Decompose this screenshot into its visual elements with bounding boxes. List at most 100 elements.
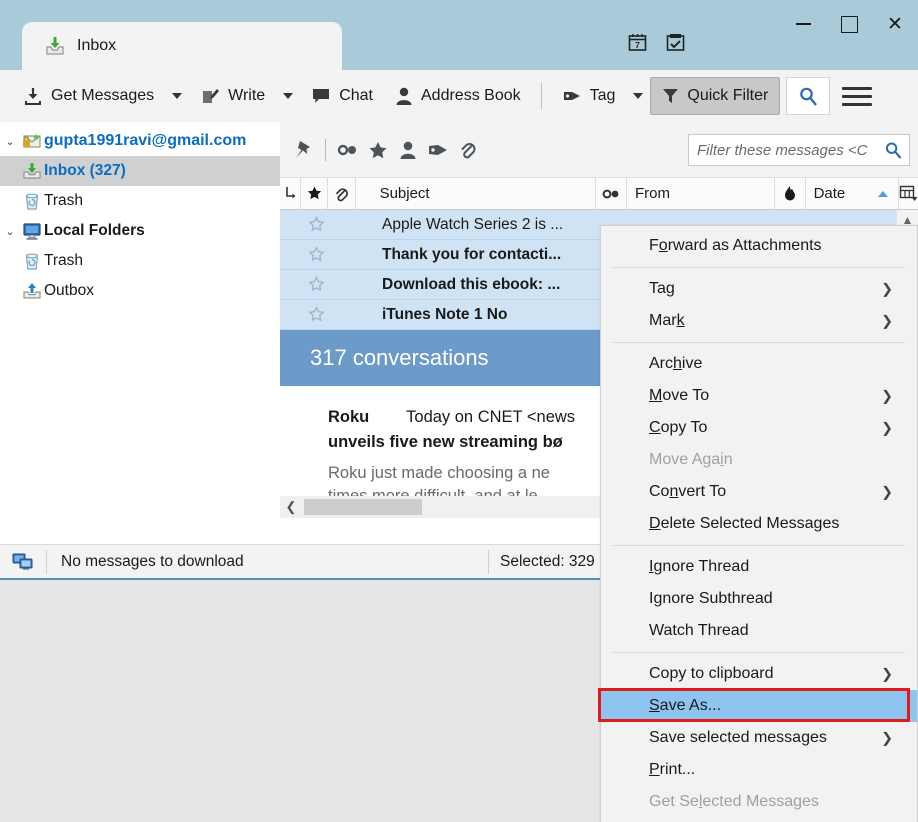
minimize-button[interactable] [780, 0, 826, 48]
preview-sender: Roku [328, 408, 370, 426]
row-star-toggle[interactable] [302, 276, 330, 293]
search-icon[interactable] [884, 141, 903, 160]
menu-item-print[interactable]: Print... [601, 754, 917, 786]
column-date-label: Date [813, 185, 846, 202]
menu-item-move-to[interactable]: Move To ❯ [601, 380, 917, 412]
message-context-menu: Forward as Attachments Tag ❯ Mark ❯ Arch… [600, 225, 918, 822]
maximize-button[interactable] [826, 0, 872, 48]
column-picker-button[interactable] [899, 178, 918, 209]
folder-item-account[interactable]: ⌄ gupta1991ravi@gmail.com [0, 126, 280, 156]
menu-item-save-as[interactable]: Save As... [601, 690, 917, 722]
search-icon [798, 86, 819, 107]
folder-item-local-folders[interactable]: ⌄ Local Folders [0, 216, 280, 246]
quick-filter-placeholder: Filter these messages <C [697, 141, 868, 159]
menu-item-label: Convert To [649, 483, 727, 500]
sort-ascending-icon [878, 190, 888, 197]
column-attachment[interactable] [328, 178, 356, 209]
address-book-label: Address Book [421, 87, 521, 104]
twisty-icon[interactable]: ⌄ [0, 225, 20, 238]
menu-item-label: Ignore Subthread [649, 590, 773, 607]
compose-icon [200, 86, 220, 106]
column-subject[interactable]: Subject [356, 178, 597, 209]
write-dropdown[interactable] [276, 77, 300, 115]
folder-item-inbox[interactable]: Inbox (327) [0, 156, 280, 186]
unread-icon[interactable] [333, 135, 363, 165]
folder-item-outbox[interactable]: Outbox [0, 276, 280, 306]
attachment-icon[interactable] [453, 135, 483, 165]
tag-label: Tag [589, 87, 616, 104]
row-star-toggle[interactable] [302, 216, 330, 233]
tab-inbox[interactable]: Inbox [22, 22, 342, 70]
search-button[interactable] [786, 77, 831, 115]
account-mail-icon [20, 131, 44, 151]
menu-item-label: Copy To [649, 419, 708, 436]
network-status-icon [0, 552, 46, 572]
window-controls: ✕ [780, 0, 918, 48]
star-icon [306, 185, 323, 202]
column-subject-label: Subject [379, 185, 430, 202]
column-thread[interactable] [280, 178, 302, 209]
tasks-icon[interactable] [665, 32, 686, 53]
column-unread[interactable] [596, 178, 627, 209]
get-messages-button[interactable]: Get Messages [12, 77, 165, 115]
pin-icon[interactable] [288, 135, 318, 165]
chat-label: Chat [339, 87, 373, 104]
menu-item-watch-thread[interactable]: Watch Thread [601, 615, 917, 647]
menu-item-forward-as-attachments[interactable]: Forward as Attachments [601, 230, 917, 262]
menu-item-convert-to[interactable]: Convert To ❯ [601, 476, 917, 508]
row-star-toggle[interactable] [302, 246, 330, 263]
svg-text:7: 7 [635, 40, 640, 50]
address-book-button[interactable]: Address Book [384, 77, 532, 115]
inbox-icon [20, 161, 44, 181]
write-button[interactable]: Write [189, 77, 276, 115]
folder-item-trash-local[interactable]: Trash [0, 246, 280, 276]
column-date[interactable]: Date [806, 178, 899, 209]
outbox-icon [20, 281, 44, 301]
thread-icon [284, 186, 297, 202]
menu-item-archive[interactable]: Archive [601, 348, 917, 380]
column-junk[interactable] [775, 178, 806, 209]
app-menu-button[interactable] [842, 86, 873, 106]
submenu-arrow-icon: ❯ [881, 312, 893, 329]
quick-filter-input[interactable]: Filter these messages <C [688, 134, 910, 166]
inbox-icon [44, 35, 66, 57]
close-button[interactable]: ✕ [872, 0, 918, 48]
menu-item-tag[interactable]: Tag ❯ [601, 273, 917, 305]
tag-icon [562, 87, 582, 105]
chat-button[interactable]: Chat [300, 77, 384, 115]
tag-dropdown[interactable] [626, 77, 650, 115]
quick-filter-button[interactable]: Quick Filter [650, 77, 781, 115]
menu-item-delete-selected-messages[interactable]: Delete Selected Messages [601, 508, 917, 540]
tag-button[interactable]: Tag [551, 77, 627, 115]
contact-icon [395, 86, 413, 106]
trash-icon [20, 251, 44, 271]
menu-item-copy-to[interactable]: Copy To ❯ [601, 412, 917, 444]
status-separator [488, 549, 489, 574]
local-folders-icon [20, 221, 44, 241]
submenu-arrow-icon: ❯ [881, 483, 893, 500]
scroll-left-arrow-icon[interactable]: ❮ [280, 499, 302, 515]
write-label: Write [228, 87, 266, 104]
column-from[interactable]: From [627, 178, 775, 209]
horizontal-scrollbar-thumb[interactable] [304, 499, 422, 515]
menu-item-label: Tag [649, 280, 675, 297]
row-star-toggle[interactable] [302, 306, 330, 323]
starred-icon[interactable] [363, 135, 393, 165]
folder-label: gupta1991ravi@gmail.com [44, 132, 247, 149]
column-star[interactable] [301, 178, 329, 209]
column-from-label: From [635, 185, 670, 202]
menu-item-save-selected-messages[interactable]: Save selected messages ❯ [601, 722, 917, 754]
conversation-count-label: 317 conversations [310, 345, 489, 370]
menu-item-ignore-subthread[interactable]: Ignore Subthread [601, 583, 917, 615]
twisty-icon[interactable]: ⌄ [0, 135, 20, 148]
menu-item-ignore-thread[interactable]: Ignore Thread [601, 551, 917, 583]
menu-item-move-again: Move Again [601, 444, 917, 476]
junk-flame-icon [783, 185, 797, 202]
folder-item-trash-account[interactable]: Trash [0, 186, 280, 216]
menu-item-copy-to-clipboard[interactable]: Copy to clipboard ❯ [601, 658, 917, 690]
contact-icon[interactable] [393, 135, 423, 165]
menu-item-mark[interactable]: Mark ❯ [601, 305, 917, 337]
calendar-icon[interactable]: 7 [627, 32, 648, 53]
tag-icon[interactable] [423, 135, 453, 165]
get-messages-dropdown[interactable] [165, 77, 189, 115]
